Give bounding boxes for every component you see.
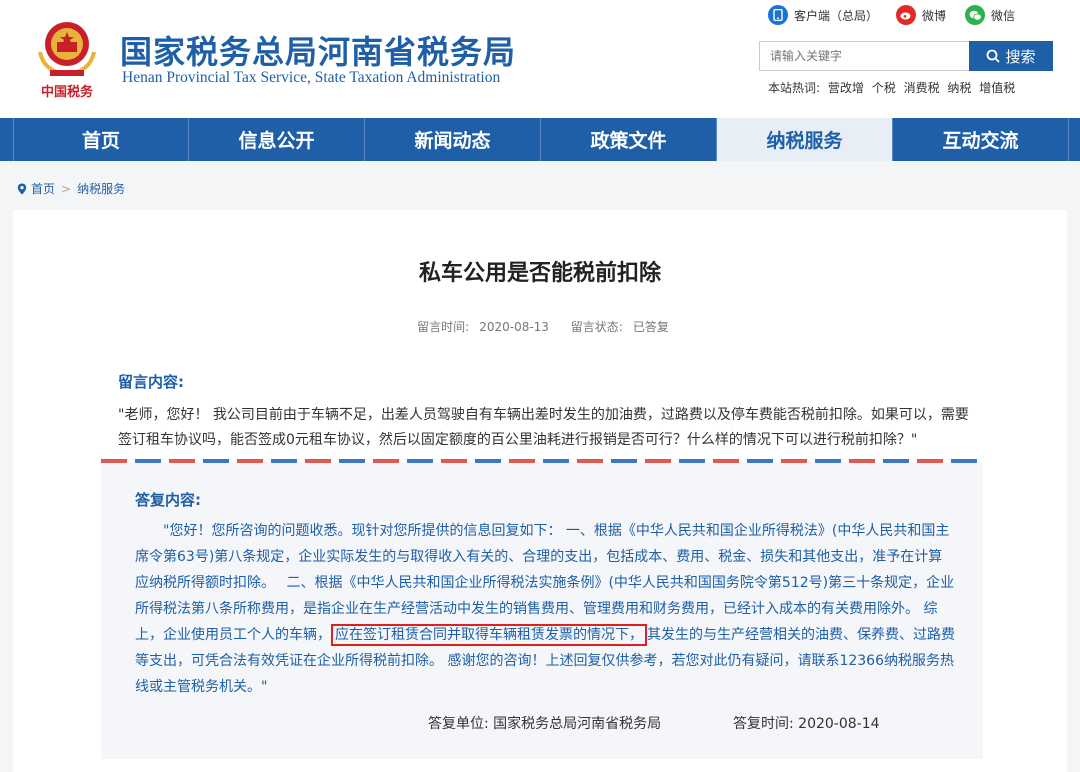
- reply-unit: 答复单位: 国家税务总局河南省税务局: [428, 713, 661, 733]
- reply-time-label: 答复时间:: [733, 716, 794, 732]
- breadcrumb-home[interactable]: 首页: [31, 180, 55, 197]
- search-icon: [987, 49, 1001, 63]
- answer-text: "您好！您所咨询的问题收悉。现针对您所提供的信息回复如下： 一、根据《中华人民共…: [135, 518, 955, 700]
- search-button[interactable]: 搜索: [969, 41, 1053, 71]
- location-pin-icon: [17, 183, 27, 194]
- hotword-link[interactable]: 营改增: [828, 81, 864, 95]
- question-heading: 留言内容:: [118, 373, 184, 391]
- article-meta: 留言时间: 2020-08-13 留言状态: 已答复: [13, 318, 1067, 335]
- weibo-link[interactable]: 微博: [896, 5, 946, 25]
- weibo-label: 微博: [922, 8, 947, 23]
- weibo-icon: [896, 5, 916, 25]
- seal-text: 中国税务: [41, 84, 94, 100]
- wechat-link[interactable]: 微信: [965, 5, 1015, 25]
- mobile-client-icon: [768, 5, 788, 25]
- post-time-label: 留言时间:: [417, 320, 470, 334]
- article-title: 私车公用是否能税前扣除: [418, 261, 661, 286]
- site-subtitle: Henan Provincial Tax Service, State Taxa…: [122, 69, 501, 86]
- answer-box: 答复内容: "您好！您所咨询的问题收悉。现针对您所提供的信息回复如下： 一、根据…: [101, 463, 983, 759]
- reply-unit-label: 答复单位:: [428, 716, 489, 732]
- hotword-link[interactable]: 纳税: [947, 81, 971, 95]
- main-nav: 首页 信息公开 新闻动态 政策文件 纳税服务 互动交流: [0, 118, 1080, 161]
- wechat-label: 微信: [991, 8, 1016, 23]
- post-time: 2020-08-13: [479, 320, 549, 334]
- search-input[interactable]: [759, 41, 969, 71]
- site-header: 中国税务 国家税务总局河南省税务局 Henan Provincial Tax S…: [0, 0, 1080, 118]
- tax-emblem-logo[interactable]: 中国税务: [30, 12, 104, 102]
- hotwords-bar: 本站热词: 营改增 个税 消费税 纳税 增值税: [768, 79, 1019, 96]
- wechat-icon: [965, 5, 985, 25]
- answer-heading: 答复内容:: [135, 491, 201, 509]
- question-text: "老师，您好！ 我公司目前由于车辆不足，出差人员驾驶自有车辆出差时发生的加油费，…: [118, 407, 969, 448]
- hotwords-label: 本站热词:: [768, 81, 821, 95]
- client-label: 客户端（总局）: [794, 8, 879, 23]
- breadcrumb-separator: >: [61, 181, 72, 196]
- highlighted-phrase: 应在签订租赁合同并取得车辆租赁发票的情况下，: [331, 624, 647, 646]
- reply-unit-value: 国家税务总局河南省税务局: [493, 716, 662, 732]
- site-title[interactable]: 国家税务总局河南省税务局: [120, 27, 516, 73]
- nav-item-interaction[interactable]: 互动交流: [893, 118, 1069, 161]
- search-button-label: 搜索: [1005, 47, 1036, 66]
- reply-time: 答复时间: 2020-08-14: [733, 713, 880, 733]
- breadcrumb-current[interactable]: 纳税服务: [77, 180, 125, 197]
- nav-item-news[interactable]: 新闻动态: [365, 118, 541, 161]
- reply-time-value: 2020-08-14: [798, 716, 880, 732]
- client-link[interactable]: 客户端（总局）: [768, 5, 878, 25]
- status-label: 留言状态:: [570, 320, 623, 334]
- nav-item-tax-service[interactable]: 纳税服务: [717, 118, 893, 161]
- breadcrumb: 首页 > 纳税服务: [17, 180, 125, 197]
- hotword-link[interactable]: 个税: [872, 81, 896, 95]
- hotword-link[interactable]: 增值税: [979, 81, 1015, 95]
- nav-item-policy[interactable]: 政策文件: [541, 118, 717, 161]
- hotword-link[interactable]: 消费税: [904, 81, 940, 95]
- nav-item-home[interactable]: 首页: [13, 118, 189, 161]
- article-card: 私车公用是否能税前扣除 留言时间: 2020-08-13 留言状态: 已答复 留言内…: [13, 210, 1067, 772]
- status-value: 已答复: [632, 320, 669, 334]
- nav-item-info-disclosure[interactable]: 信息公开: [189, 118, 365, 161]
